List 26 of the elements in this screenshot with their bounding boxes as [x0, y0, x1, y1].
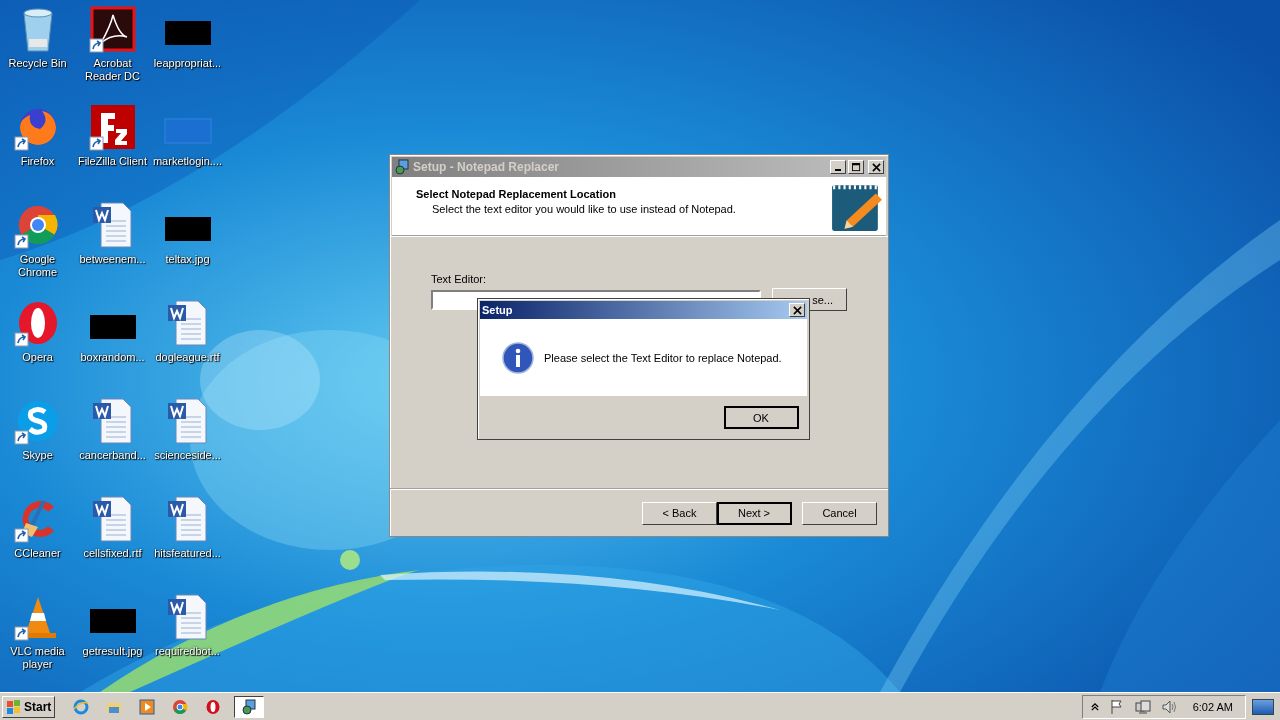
- icon-label: Google Chrome: [16, 253, 59, 279]
- icon-label: Firefox: [20, 155, 55, 168]
- icon-label: leappropriat...: [153, 57, 222, 70]
- icon-label: scienceside...: [154, 449, 221, 462]
- icon-label: teltax.jpg: [165, 253, 210, 266]
- icon-label: Recycle Bin: [8, 57, 67, 70]
- icon-label: betweenem...: [79, 253, 146, 266]
- icon-label: getresult.jpg: [82, 645, 143, 658]
- icon-label: Skype: [22, 449, 53, 462]
- field-label: Text Editor:: [431, 273, 488, 285]
- icon-label: dogleague.rtf: [155, 351, 220, 364]
- icon-label: boxrandom...: [80, 351, 145, 364]
- dialog-message: Please select the Text Editor to replace Notepad.: [544, 351, 782, 364]
- icon-label: Acrobat Reader DC: [84, 57, 141, 83]
- window-title: Setup - Notepad Replacer: [413, 160, 561, 174]
- icon-label: cancerband...: [79, 449, 146, 462]
- icon-label: cellsfixed.rtf: [83, 547, 142, 560]
- page-subheading: Select the text editor you would like to use instead of Notepad.: [432, 203, 736, 215]
- icon-label: Opera: [22, 351, 53, 364]
- icon-label: marketlogin....: [152, 155, 223, 168]
- icon-label: FileZilla Client: [77, 155, 148, 168]
- icon-label: CCleaner: [14, 547, 61, 560]
- icon-label: hitsfeatured...: [154, 547, 221, 560]
- dialog-title: Setup: [482, 304, 513, 316]
- page-heading: Select Notepad Replacement Location: [416, 188, 617, 200]
- icon-label: VLC media player: [9, 645, 66, 671]
